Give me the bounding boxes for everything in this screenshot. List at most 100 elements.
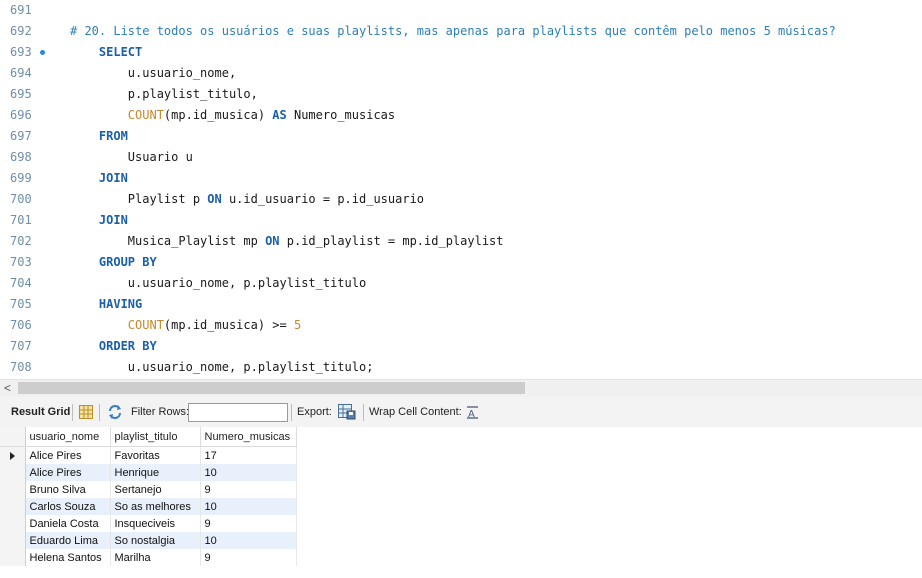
row-selector[interactable] [0,498,26,515]
row-selector[interactable] [0,481,26,498]
code-text[interactable]: GROUP BY [70,252,157,273]
code-text[interactable]: u.usuario_nome, [70,63,236,84]
table-row[interactable]: Helena Santos Marilha 9 [0,549,297,566]
cell-usuario-nome[interactable]: Eduardo Lima [25,532,111,549]
code-text[interactable]: u.usuario_nome, p.playlist_titulo [70,273,366,294]
line-number: 696 [10,108,32,122]
code-line[interactable]: 703 GROUP BY [0,252,922,273]
result-grid[interactable]: usuario_nome playlist_titulo Numero_musi… [0,427,922,578]
scroll-left-arrow[interactable]: < [4,381,11,396]
cell-usuario-nome[interactable]: Alice Pires [25,446,111,464]
code-text[interactable]: ORDER BY [70,336,157,357]
code-text[interactable]: Playlist p ON u.id_usuario = p.id_usuari… [70,189,424,210]
wrap-text-icon[interactable]: A [466,405,480,422]
cell-usuario-nome[interactable]: Alice Pires [25,464,111,481]
table-row[interactable]: Eduardo Lima So nostalgia 10 [0,532,297,549]
export-icon[interactable] [338,404,356,423]
code-token: u.usuario_nome, [70,66,237,80]
code-token: Numero_musicas [286,108,396,122]
code-line[interactable]: 705 HAVING [0,294,922,315]
cell-playlist-titulo[interactable]: So nostalgia [110,532,201,549]
code-line[interactable]: 708 u.usuario_nome, p.playlist_titulo; [0,357,922,378]
code-text[interactable]: COUNT(mp.id_musica) AS Numero_musicas [70,105,395,126]
code-text[interactable]: Musica_Playlist mp ON p.id_playlist = mp… [70,231,504,252]
code-token: (mp.id_musica) [163,108,273,122]
code-line[interactable]: 691 [0,0,922,21]
cell-playlist-titulo[interactable]: Insqueciveis [110,515,201,532]
code-text[interactable]: HAVING [70,294,142,315]
cell-numero-musicas[interactable]: 10 [200,532,297,549]
code-text[interactable]: FROM [70,126,128,147]
cell-usuario-nome[interactable]: Carlos Souza [25,498,111,515]
row-selector[interactable] [0,549,26,566]
cell-numero-musicas[interactable]: 10 [200,498,297,515]
code-line[interactable]: 707 ORDER BY [0,336,922,357]
code-line[interactable]: 706 COUNT(mp.id_musica) >= 5 [0,315,922,336]
line-number: 700 [10,192,32,206]
code-line[interactable]: 700 Playlist p ON u.id_usuario = p.id_us… [0,189,922,210]
code-line[interactable]: 702 Musica_Playlist mp ON p.id_playlist … [0,231,922,252]
cell-numero-musicas[interactable]: 10 [200,464,297,481]
cell-numero-musicas[interactable]: 17 [200,446,297,464]
code-text[interactable]: u.usuario_nome, p.playlist_titulo; [70,357,374,378]
table-row[interactable]: Daniela Costa Insqueciveis 9 [0,515,297,532]
cell-numero-musicas[interactable]: 9 [200,481,297,498]
row-selector[interactable] [0,532,26,549]
table-row[interactable]: Carlos Souza So as melhores 10 [0,498,297,515]
cell-usuario-nome[interactable]: Helena Santos [25,549,111,566]
export-label: Export: [297,406,332,418]
code-line[interactable]: 695 p.playlist_titulo, [0,84,922,105]
column-header-numero-musicas[interactable]: Numero_musicas [200,427,297,447]
code-token: COUNT [127,318,164,332]
code-text[interactable]: p.playlist_titulo, [70,84,258,105]
code-token: p.playlist_titulo, [70,87,258,101]
line-number: 697 [10,129,32,143]
form-editor-icon[interactable] [79,405,93,422]
row-selector[interactable] [0,515,26,532]
code-line[interactable]: 692 # 20. Liste todos os usuários e suas … [0,21,922,42]
cell-playlist-titulo[interactable]: Marilha [110,549,201,566]
column-header-playlist-titulo[interactable]: playlist_titulo [110,427,201,447]
sql-editor[interactable]: 691 692 # 20. Liste todos os usuários e su… [0,0,922,379]
code-line[interactable]: 696 COUNT(mp.id_musica) AS Numero_musica… [0,105,922,126]
code-token: u.id_usuario = p.id_usuario [221,192,425,206]
code-line[interactable]: 698 Usuario u [0,147,922,168]
cell-playlist-titulo[interactable]: Favoritas [110,446,201,464]
code-text[interactable]: # 20. Liste todos os usuários e suas pla… [70,21,836,42]
code-line[interactable]: 694 u.usuario_nome, [0,63,922,84]
refresh-icon[interactable] [107,404,123,423]
cell-playlist-titulo[interactable]: So as melhores [110,498,201,515]
code-text[interactable]: SELECT [70,42,142,63]
cell-usuario-nome[interactable]: Bruno Silva [25,481,111,498]
table-row[interactable]: Alice Pires Favoritas 17 [0,446,297,464]
column-header-usuario-nome[interactable]: usuario_nome [25,427,111,447]
code-text[interactable]: COUNT(mp.id_musica) >= 5 [70,315,301,336]
line-number: 705 [10,297,32,311]
cell-playlist-titulo[interactable]: Henrique [110,464,201,481]
horizontal-scrollbar[interactable]: < [0,379,922,397]
cell-usuario-nome[interactable]: Daniela Costa [25,515,111,532]
row-selector[interactable] [0,464,26,481]
code-text[interactable]: JOIN [70,168,128,189]
cell-numero-musicas[interactable]: 9 [200,549,297,566]
scrollbar-thumb[interactable] [18,382,525,394]
table-row[interactable]: Bruno Silva Sertanejo 9 [0,481,297,498]
cell-playlist-titulo[interactable]: Sertanejo [110,481,201,498]
cell-numero-musicas[interactable]: 9 [200,515,297,532]
code-line[interactable]: 699 JOIN [0,168,922,189]
code-text[interactable]: Usuario u [70,147,193,168]
table-row[interactable]: Alice Pires Henrique 10 [0,464,297,481]
code-line[interactable]: 701 JOIN [0,210,922,231]
code-text[interactable]: JOIN [70,210,128,231]
row-header-corner[interactable] [0,427,26,447]
result-toolbar: Result Grid Filter Rows: Export: Wrap Ce… [0,397,922,428]
filter-rows-input[interactable] [188,403,288,422]
result-grid-label[interactable]: Result Grid [11,397,70,427]
code-token: COUNT [127,108,164,122]
code-line[interactable]: 704 u.usuario_nome, p.playlist_titulo [0,273,922,294]
code-line[interactable]: 697 FROM [0,126,922,147]
code-token: SELECT [98,45,143,59]
row-selector[interactable] [0,446,26,464]
code-line[interactable]: 693 SELECT [0,42,922,63]
